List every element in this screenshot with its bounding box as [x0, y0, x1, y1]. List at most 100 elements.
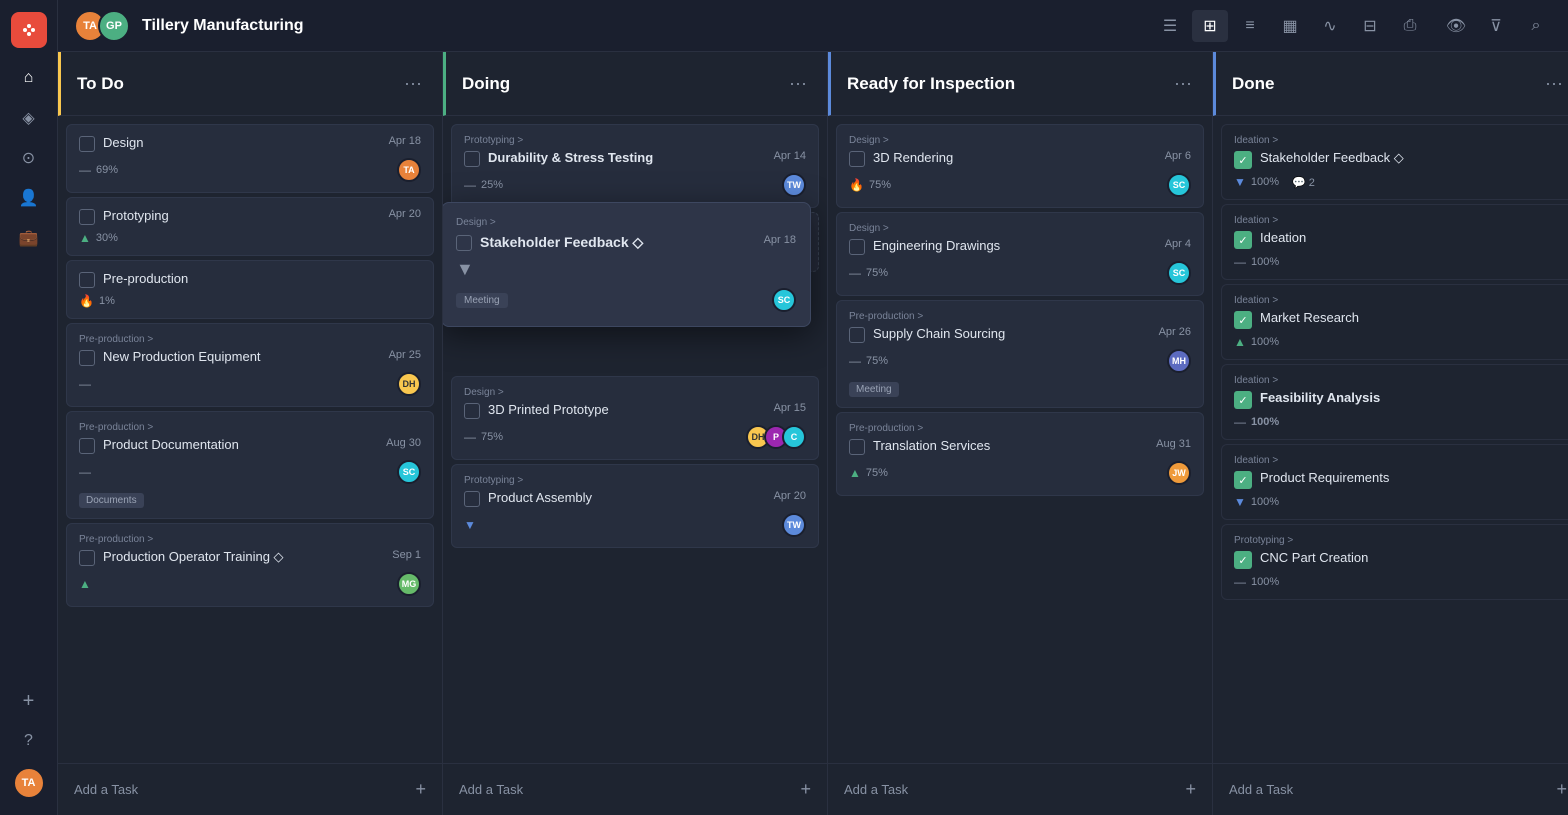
task-avatars-prod-operator: MG	[397, 572, 421, 596]
app-logo[interactable]	[11, 12, 47, 48]
task-card-prod-operator[interactable]: Pre-production > Production Operator Tra…	[66, 523, 434, 607]
task-progress-prod-req-done: ▼ 100%	[1234, 495, 1279, 509]
sidebar-add-icon[interactable]: +	[11, 683, 47, 719]
task-card-design[interactable]: Design Apr 18 — 69% TA	[66, 124, 434, 193]
add-task-done[interactable]: Add a Task +	[1213, 763, 1568, 815]
task-card-cnc-done[interactable]: Prototyping > ✓ CNC Part Creation — 100%	[1221, 524, 1568, 600]
task-card-prototyping[interactable]: Prototyping Apr 20 ▲ 30%	[66, 197, 434, 256]
task-card-3d-printed[interactable]: Design > 3D Printed Prototype Apr 15 — 7…	[451, 376, 819, 460]
task-section-engineering-drawings: Design >	[849, 223, 1191, 234]
progress-icon-stakeholder-done: ▼	[1234, 175, 1246, 189]
progress-icon-prod-operator: ▲	[79, 577, 91, 591]
sidebar-pulse-icon[interactable]: ◈	[11, 100, 47, 136]
docs-view-btn[interactable]: ⎙	[1392, 10, 1428, 42]
add-task-todo[interactable]: Add a Task +	[58, 763, 442, 815]
progress-icon-product-docs: —	[79, 465, 91, 479]
task-checkbox-prod-operator[interactable]	[79, 550, 95, 566]
task-checkbox-durability[interactable]	[464, 151, 480, 167]
task-card-ideation-done[interactable]: Ideation > ✓ Ideation — 100%	[1221, 204, 1568, 280]
list-view-btn[interactable]: ☰	[1152, 10, 1188, 42]
progress-icon-engineering-drawings: —	[849, 266, 861, 280]
sidebar-briefcase-icon[interactable]: 💼	[11, 220, 47, 256]
sidebar-home-icon[interactable]: ⌂	[11, 60, 47, 96]
column-todo-body: Design Apr 18 — 69% TA	[58, 116, 442, 763]
add-task-doing[interactable]: Add a Task +	[443, 763, 827, 815]
task-name-feasibility-done: Feasibility Analysis	[1260, 390, 1562, 405]
avatar-translation: JW	[1167, 461, 1191, 485]
task-checkbox-pre-production[interactable]	[79, 272, 95, 288]
column-todo-menu[interactable]: ···	[400, 69, 426, 98]
task-name-cnc-done: CNC Part Creation	[1260, 550, 1562, 565]
task-card-pre-production[interactable]: Pre-production 🔥 1%	[66, 260, 434, 319]
task-card-prod-req-done[interactable]: Ideation > ✓ Product Requirements ▼ 100%	[1221, 444, 1568, 520]
task-checkbox-product-docs[interactable]	[79, 438, 95, 454]
task-section-market-research-done: Ideation >	[1234, 295, 1562, 306]
main-area: TA GP Tillery Manufacturing ☰ ⊞ ≡ ▦ ∿ ⊟ …	[58, 0, 1568, 815]
progress-icon-durability: —	[464, 178, 476, 192]
timeline-view-btn[interactable]: ≡	[1232, 10, 1268, 42]
task-checkbox-prod-req-done[interactable]: ✓	[1234, 471, 1252, 489]
add-task-ready[interactable]: Add a Task +	[828, 763, 1212, 815]
sidebar-user-avatar[interactable]: TA	[13, 767, 45, 799]
task-checkbox-ideation-done[interactable]: ✓	[1234, 231, 1252, 249]
progress-icon-new-prod-equip: —	[79, 377, 91, 391]
board-view-btn[interactable]: ⊞	[1192, 10, 1228, 42]
task-section-supply-chain: Pre-production >	[849, 311, 1191, 322]
sidebar-help-icon[interactable]: ?	[11, 723, 47, 759]
avatar-3d-rendering: SC	[1167, 173, 1191, 197]
column-ready-menu[interactable]: ···	[1170, 69, 1196, 98]
task-checkbox-product-assembly[interactable]	[464, 491, 480, 507]
task-checkbox-market-research-done[interactable]: ✓	[1234, 311, 1252, 329]
task-card-feasibility-done[interactable]: Ideation > ✓ Feasibility Analysis — 100%	[1221, 364, 1568, 440]
avatar-new-prod-equip: DH	[397, 372, 421, 396]
task-card-translation[interactable]: Pre-production > Translation Services Au…	[836, 412, 1204, 496]
task-name-3d-printed: 3D Printed Prototype	[488, 402, 766, 417]
task-card-new-prod-equip[interactable]: Pre-production > New Production Equipmen…	[66, 323, 434, 407]
task-checkbox-stakeholder-done[interactable]: ✓	[1234, 151, 1252, 169]
task-checkbox-design[interactable]	[79, 136, 95, 152]
task-card-durability[interactable]: Prototyping > Durability & Stress Testin…	[451, 124, 819, 208]
task-checkbox-translation[interactable]	[849, 439, 865, 455]
calendar-view-btn[interactable]: ⊟	[1352, 10, 1388, 42]
popup-card-stakeholder[interactable]: Design > Stakeholder Feedback ◇ Apr 18 ▼…	[443, 202, 811, 327]
task-name-prod-operator: Production Operator Training ◇	[103, 549, 384, 565]
column-done: Done ··· Ideation > ✓ Stakeholder Feedba…	[1213, 52, 1568, 815]
task-progress-cnc-done: — 100%	[1234, 575, 1279, 589]
sidebar-people-icon[interactable]: 👤	[11, 180, 47, 216]
filter-btn[interactable]: ⊽	[1480, 10, 1512, 42]
task-checkbox-prototyping[interactable]	[79, 209, 95, 225]
task-date-new-prod-equip: Apr 25	[389, 349, 421, 361]
task-section-cnc-done: Prototyping >	[1234, 535, 1562, 546]
task-checkbox-3d-rendering[interactable]	[849, 151, 865, 167]
task-checkbox-new-prod-equip[interactable]	[79, 350, 95, 366]
task-name-design: Design	[103, 135, 381, 150]
task-card-product-docs[interactable]: Pre-production > Product Documentation A…	[66, 411, 434, 519]
task-card-stakeholder-done[interactable]: Ideation > ✓ Stakeholder Feedback ◇ ▼ 10…	[1221, 124, 1568, 200]
popup-section-label: Design >	[456, 217, 796, 228]
progress-icon-prototyping: ▲	[79, 231, 91, 245]
task-checkbox-cnc-done[interactable]: ✓	[1234, 551, 1252, 569]
task-card-supply-chain[interactable]: Pre-production > Supply Chain Sourcing A…	[836, 300, 1204, 408]
pulse-view-btn[interactable]: ∿	[1312, 10, 1348, 42]
task-card-product-assembly[interactable]: Prototyping > Product Assembly Apr 20 ▼ …	[451, 464, 819, 548]
task-card-market-research-done[interactable]: Ideation > ✓ Market Research ▲ 100%	[1221, 284, 1568, 360]
sidebar-recent-icon[interactable]: ⊙	[11, 140, 47, 176]
task-checkbox-engineering-drawings[interactable]	[849, 239, 865, 255]
task-checkbox-supply-chain[interactable]	[849, 327, 865, 343]
task-card-engineering-drawings[interactable]: Design > Engineering Drawings Apr 4 — 75…	[836, 212, 1204, 296]
task-avatars-product-assembly: TW	[782, 513, 806, 537]
task-name-market-research-done: Market Research	[1260, 310, 1562, 325]
task-card-3d-rendering[interactable]: Design > 3D Rendering Apr 6 🔥 75%	[836, 124, 1204, 208]
table-view-btn[interactable]: ▦	[1272, 10, 1308, 42]
search-btn[interactable]: ⌕	[1520, 10, 1552, 42]
column-doing-menu[interactable]: ···	[785, 69, 811, 98]
task-name-engineering-drawings: Engineering Drawings	[873, 238, 1157, 253]
task-checkbox-3d-printed[interactable]	[464, 403, 480, 419]
popup-checkbox[interactable]	[456, 235, 472, 251]
task-checkbox-feasibility-done[interactable]: ✓	[1234, 391, 1252, 409]
watch-btn[interactable]: 👁	[1440, 10, 1472, 42]
task-avatars-new-prod-equip: DH	[397, 372, 421, 396]
avatar-durability: TW	[782, 173, 806, 197]
popup-bottom: Meeting SC	[456, 288, 796, 312]
column-done-menu[interactable]: ···	[1541, 69, 1567, 98]
